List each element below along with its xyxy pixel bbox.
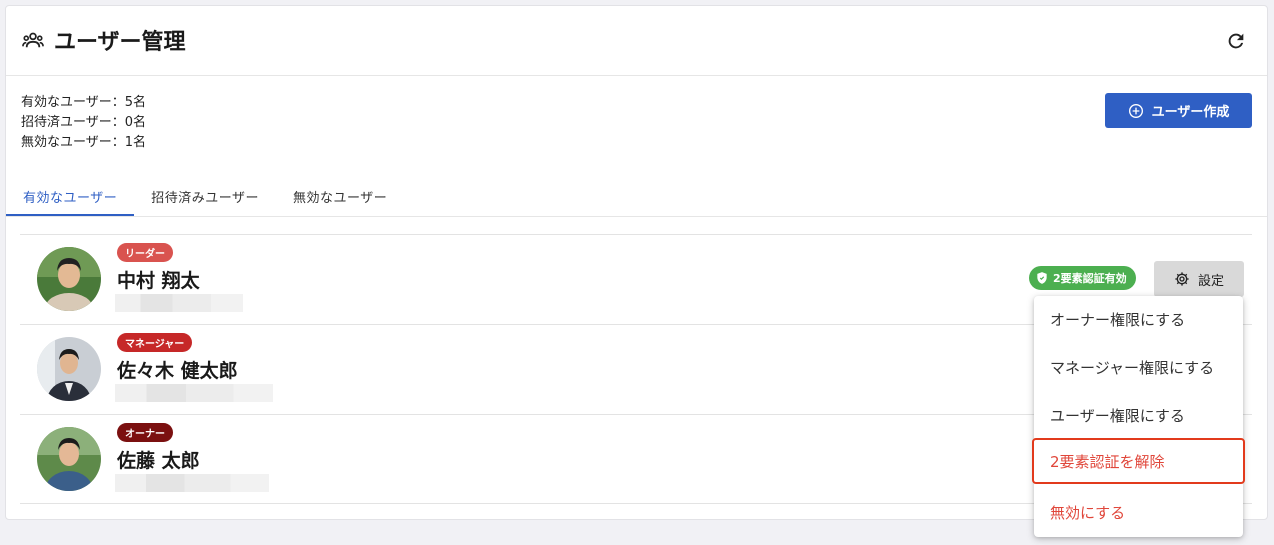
avatar xyxy=(37,337,101,401)
user-name: 佐藤 太郎 xyxy=(117,450,200,472)
role-badge: リーダー xyxy=(117,243,173,262)
settings-dropdown-menu: オーナー権限にする マネージャー権限にする ユーザー権限にする 2要素認証を解除… xyxy=(1032,296,1245,537)
tab-active-users[interactable]: 有効なユーザー xyxy=(6,176,135,216)
menu-item-deactivate[interactable]: 無効にする xyxy=(1034,489,1243,535)
create-user-button[interactable]: ユーザー作成 xyxy=(1105,93,1252,128)
users-icon xyxy=(22,32,44,48)
role-badge: マネージャー xyxy=(117,333,193,352)
menu-item-disable-2fa[interactable]: 2要素認証を解除 xyxy=(1032,438,1245,484)
gear-icon xyxy=(1175,272,1189,286)
menu-item-make-manager[interactable]: マネージャー権限にする xyxy=(1034,344,1243,390)
disabled-count: 無効なユーザー：1名 xyxy=(21,135,147,150)
plus-circle-icon xyxy=(1128,103,1143,118)
email-placeholder xyxy=(115,474,269,492)
user-stats: 有効なユーザー：5名 招待済ユーザー：0名 無効なユーザー：1名 xyxy=(21,93,146,153)
menu-item-make-owner[interactable]: オーナー権限にする xyxy=(1034,296,1243,342)
twofa-label: 2要素認証有効 xyxy=(1053,272,1127,285)
email-placeholder xyxy=(115,384,273,402)
menu-item-make-user[interactable]: ユーザー権限にする xyxy=(1034,392,1243,438)
create-user-label: ユーザー作成 xyxy=(1151,105,1230,120)
shield-icon xyxy=(1037,272,1047,284)
invited-count: 招待済ユーザー：0名 xyxy=(21,115,147,130)
tab-disabled-users[interactable]: 無効なユーザー xyxy=(276,176,404,216)
user-tabs: 有効なユーザー 招待済みユーザー 無効なユーザー xyxy=(6,176,404,216)
tab-invited-users[interactable]: 招待済みユーザー xyxy=(134,176,276,216)
user-name: 中村 翔太 xyxy=(117,270,200,292)
page-title: ユーザー管理 xyxy=(54,30,186,55)
settings-button[interactable]: 設定 xyxy=(1154,261,1244,297)
user-name: 佐々木 健太郎 xyxy=(117,360,238,382)
role-badge: オーナー xyxy=(117,423,173,442)
page-header: ユーザー管理 xyxy=(6,6,1267,76)
avatar xyxy=(37,247,101,311)
refresh-icon[interactable] xyxy=(1225,30,1247,52)
settings-label: 設定 xyxy=(1197,273,1224,289)
tabs-divider xyxy=(6,216,1267,217)
active-count: 有効なユーザー：5名 xyxy=(21,95,147,110)
avatar xyxy=(37,427,101,491)
twofa-enabled-badge: 2要素認証有効 xyxy=(1029,266,1136,290)
email-placeholder xyxy=(115,294,243,312)
